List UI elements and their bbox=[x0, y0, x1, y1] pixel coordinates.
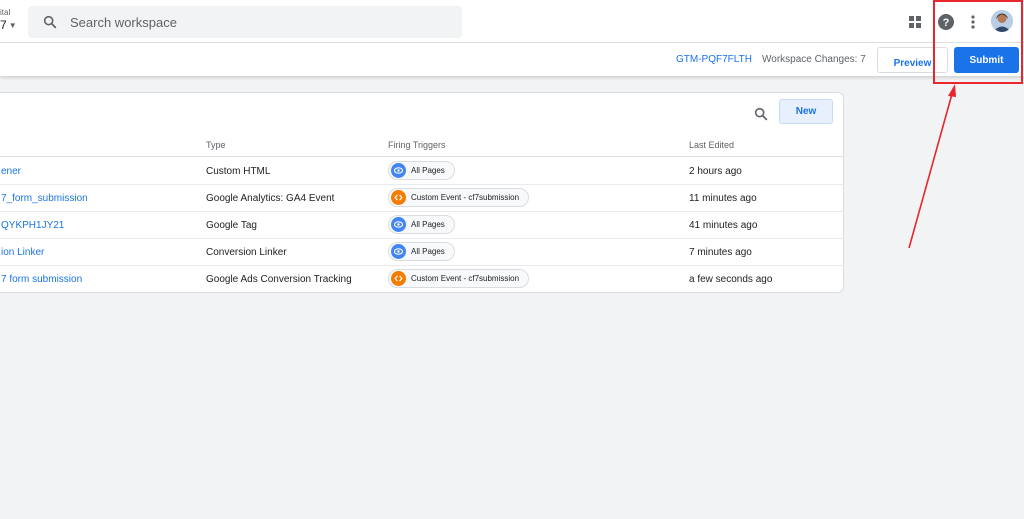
column-header-firing-triggers[interactable]: Firing Triggers bbox=[388, 140, 446, 150]
tag-name-link[interactable]: 7 form submission bbox=[1, 274, 82, 285]
eye-icon bbox=[391, 163, 406, 178]
eye-icon bbox=[391, 217, 406, 232]
trigger-chip[interactable]: All Pages bbox=[388, 242, 455, 261]
tag-type: Google Analytics: GA4 Event bbox=[206, 193, 335, 204]
workspace-toolbar: GTM-PQF7FLTH Workspace Changes: 7 Previe… bbox=[0, 43, 1024, 76]
search-bar[interactable] bbox=[28, 6, 462, 38]
tag-name-link[interactable]: ion Linker bbox=[1, 247, 44, 258]
table-row[interactable]: QYKPH1JY21 Google Tag All Pages 41 minutes … bbox=[0, 212, 843, 239]
trigger-chip[interactable]: All Pages bbox=[388, 161, 455, 180]
table-header: Type Firing Triggers Last Edited bbox=[0, 132, 843, 157]
last-edited: a few seconds ago bbox=[689, 274, 773, 285]
trigger-chip[interactable]: Custom Event - cf7submission bbox=[388, 188, 530, 207]
container-name: 7 bbox=[0, 18, 7, 32]
column-header-last-edited[interactable]: Last Edited bbox=[689, 140, 734, 150]
last-edited: 41 minutes ago bbox=[689, 220, 758, 231]
tag-name-link[interactable]: QYKPH1JY21 bbox=[1, 220, 64, 231]
avatar[interactable] bbox=[991, 10, 1013, 32]
search-icon[interactable] bbox=[753, 106, 771, 124]
last-edited: 11 minutes ago bbox=[689, 193, 757, 204]
submit-button[interactable]: Submit bbox=[954, 47, 1019, 73]
user-avatar-icon bbox=[991, 10, 1013, 32]
trigger-label: Custom Event - cf7submission bbox=[411, 193, 520, 202]
trigger-label: All Pages bbox=[411, 220, 445, 229]
eye-icon bbox=[391, 244, 406, 259]
container-id-link[interactable]: GTM-PQF7FLTH bbox=[676, 54, 752, 65]
preview-button[interactable]: Preview bbox=[877, 47, 948, 73]
tag-type: Custom HTML bbox=[206, 166, 271, 177]
code-icon bbox=[391, 271, 406, 286]
column-header-type[interactable]: Type bbox=[206, 140, 226, 150]
code-icon bbox=[391, 190, 406, 205]
table-row[interactable]: ion Linker Conversion Linker All Pages 7 mi… bbox=[0, 239, 843, 266]
caret-down-icon: ▼ bbox=[8, 20, 17, 30]
search-icon bbox=[42, 14, 58, 30]
last-edited: 2 hours ago bbox=[689, 166, 742, 177]
new-tag-button[interactable]: New bbox=[779, 99, 833, 124]
table-row[interactable]: 7 form submission Google Ads Conversion T… bbox=[0, 266, 843, 292]
top-bar: ital 7 ▼ ? bbox=[0, 0, 1024, 43]
tag-type: Conversion Linker bbox=[206, 247, 287, 258]
tag-type: Google Ads Conversion Tracking bbox=[206, 274, 352, 285]
table-row[interactable]: 7_form_submission Google Analytics: GA4 E… bbox=[0, 185, 843, 212]
trigger-chip[interactable]: Custom Event - cf7submission bbox=[388, 269, 530, 288]
search-input[interactable] bbox=[70, 14, 430, 30]
more-vert-icon[interactable] bbox=[962, 11, 984, 33]
account-name[interactable]: ital bbox=[0, 8, 10, 17]
help-circle-icon[interactable]: ? bbox=[935, 11, 957, 33]
workspace-changes: Workspace Changes: 7 bbox=[762, 54, 866, 65]
container-selector[interactable]: 7 ▼ bbox=[0, 18, 17, 32]
trigger-label: All Pages bbox=[411, 247, 445, 256]
tags-card: New Type Firing Triggers Last Edited ene… bbox=[0, 92, 844, 293]
tag-name-link[interactable]: 7_form_submission bbox=[1, 193, 88, 204]
svg-text:?: ? bbox=[943, 17, 950, 29]
table-row[interactable]: ener Custom HTML All Pages 2 hours ago bbox=[0, 158, 843, 185]
trigger-chip[interactable]: All Pages bbox=[388, 215, 455, 234]
trigger-label: All Pages bbox=[411, 166, 445, 175]
trigger-label: Custom Event - cf7submission bbox=[411, 274, 520, 283]
apps-grid-icon[interactable] bbox=[904, 11, 926, 33]
tag-type: Google Tag bbox=[206, 220, 257, 231]
last-edited: 7 minutes ago bbox=[689, 247, 752, 258]
tag-name-link[interactable]: ener bbox=[1, 166, 21, 177]
